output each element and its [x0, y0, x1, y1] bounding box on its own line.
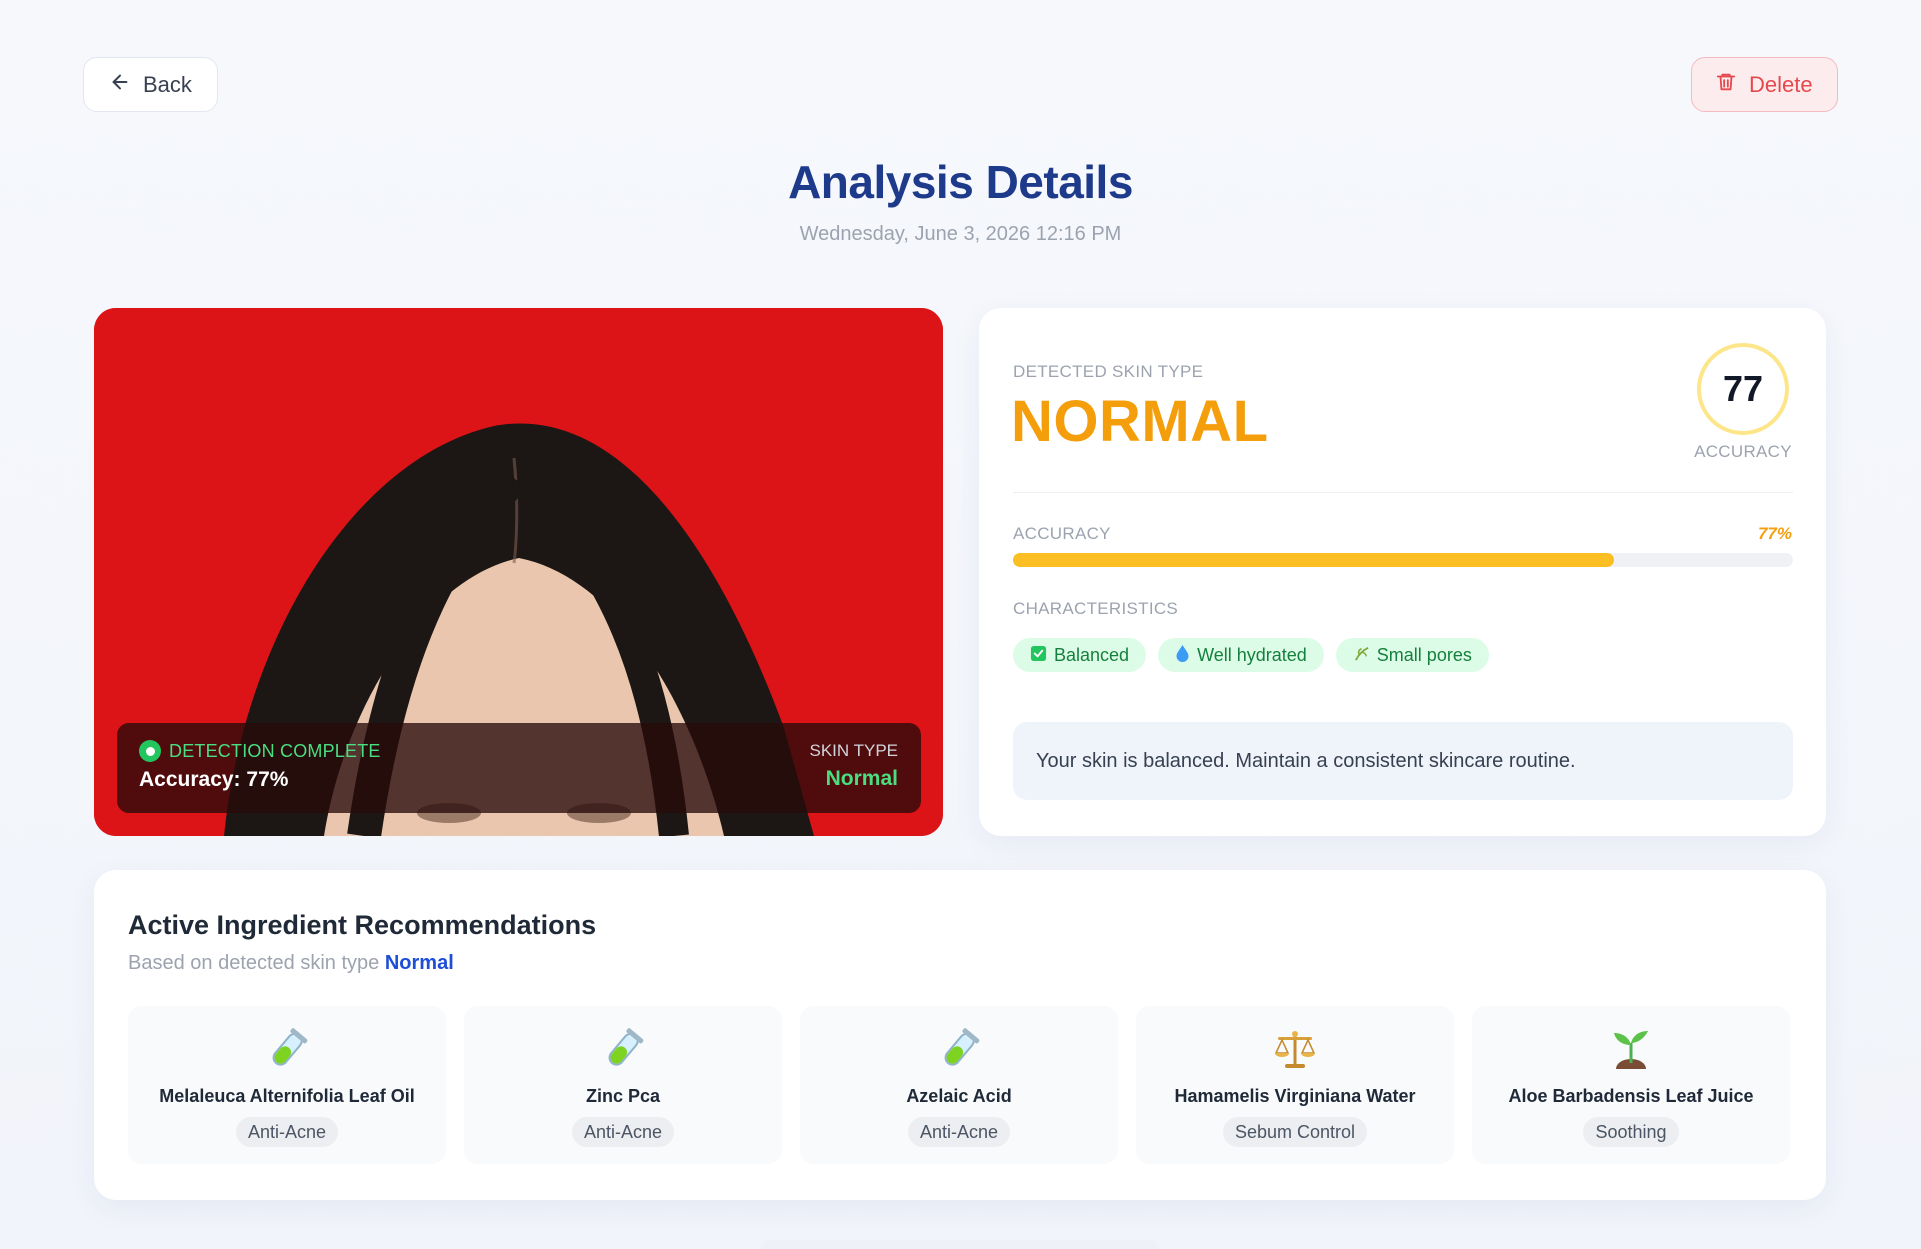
ingredient-name: Melaleuca Alternifolia Leaf Oil — [159, 1086, 415, 1106]
test-tube-icon — [263, 1026, 311, 1074]
leaf-icon — [1353, 645, 1370, 666]
detection-overlay: DETECTION COMPLETE Accuracy: 77% SKIN TY… — [117, 723, 921, 813]
skin-type-overlay-value: Normal — [825, 767, 898, 790]
ingredient-card[interactable]: Aloe Barbadensis Leaf Juice Soothing — [1472, 1006, 1790, 1164]
test-tube-icon — [935, 1026, 983, 1074]
ingredients-subtitle-prefix: Based on detected skin type — [128, 952, 385, 974]
divider — [1013, 492, 1793, 493]
ingredient-category-badge: Anti-Acne — [571, 1117, 675, 1147]
detected-skin-type-label: DETECTED SKIN TYPE — [1013, 362, 1204, 381]
detection-status-label: DETECTION COMPLETE — [169, 740, 381, 761]
detection-accuracy: Accuracy: 77% — [139, 768, 289, 791]
characteristic-label: Well hydrated — [1197, 644, 1307, 665]
ingredient-name: Zinc Pca — [585, 1086, 661, 1106]
page-header: Analysis Details Wednesday, June 3, 2026… — [0, 155, 1921, 246]
ingredient-category-badge: Sebum Control — [1222, 1117, 1368, 1147]
ingredients-title: Active Ingredient Recommendations — [128, 910, 597, 940]
ingredient-category-badge: Soothing — [1583, 1117, 1679, 1147]
ingredient-name: Aloe Barbadensis Leaf Juice — [1508, 1086, 1754, 1106]
ingredient-card[interactable]: Azelaic Acid Anti-Acne — [800, 1006, 1118, 1164]
characteristic-label: Small pores — [1376, 644, 1472, 665]
delete-button[interactable]: Delete — [1691, 57, 1838, 112]
detected-skin-type-value: NORMAL — [1011, 389, 1269, 454]
ingredient-card[interactable]: Melaleuca Alternifolia Leaf Oil Anti-Acn… — [128, 1006, 446, 1164]
test-tube-icon — [599, 1026, 647, 1074]
accuracy-score-ring: 77 — [1697, 343, 1789, 435]
accuracy-bar-label: ACCURACY — [1013, 524, 1111, 543]
back-label: Back — [143, 71, 192, 97]
balance-scale-icon — [1271, 1026, 1319, 1074]
skin-result-card: DETECTED SKIN TYPE NORMAL 77 ACCURACY AC… — [979, 308, 1826, 836]
characteristic-tag: Well hydrated — [1158, 638, 1324, 672]
delete-label: Delete — [1749, 71, 1813, 97]
ingredients-grid: Melaleuca Alternifolia Leaf Oil Anti-Acn… — [128, 1006, 1790, 1164]
back-button[interactable]: Back — [83, 57, 218, 112]
accuracy-score: 77 — [1722, 368, 1764, 409]
ingredient-category-badge: Anti-Acne — [907, 1117, 1011, 1147]
ingredient-card[interactable]: Hamamelis Virginiana Water Sebum Control — [1136, 1006, 1454, 1164]
droplet-icon — [1175, 644, 1190, 666]
trash-icon — [1715, 71, 1737, 99]
detection-status: DETECTION COMPLETE — [139, 740, 899, 762]
arrow-left-icon — [109, 71, 131, 99]
characteristic-tag: Balanced — [1013, 638, 1147, 672]
accuracy-progress-fill — [1013, 553, 1614, 567]
characteristics-tags: Balanced Well hydrated Small pores — [1013, 638, 1489, 672]
skin-type-overlay: SKIN TYPE Normal — [810, 741, 899, 791]
ingredient-name: Azelaic Acid — [906, 1086, 1012, 1106]
bottom-action-bar — [760, 1240, 1160, 1249]
analysis-date: Wednesday, June 3, 2026 12:16 PM — [799, 223, 1122, 245]
page-title: Analysis Details — [788, 156, 1133, 208]
ingredients-subtitle-skin-type: Normal — [384, 952, 454, 974]
ingredient-category-badge: Anti-Acne — [235, 1117, 339, 1147]
ingredients-subtitle: Based on detected skin type Normal — [128, 952, 454, 975]
analysis-photo: DETECTION COMPLETE Accuracy: 77% SKIN TY… — [94, 308, 943, 836]
seedling-icon — [1607, 1026, 1655, 1074]
status-dot-icon — [139, 740, 161, 762]
skin-advice: Your skin is balanced. Maintain a consis… — [1013, 722, 1793, 800]
ingredient-recommendations: Active Ingredient Recommendations Based … — [94, 870, 1826, 1200]
check-icon — [1030, 645, 1047, 666]
ingredient-card[interactable]: Zinc Pca Anti-Acne — [464, 1006, 782, 1164]
accuracy-bar-value: 77% — [1757, 524, 1792, 543]
ingredient-name: Hamamelis Virginiana Water — [1174, 1086, 1416, 1106]
accuracy-score-label: ACCURACY — [1694, 442, 1792, 461]
characteristic-label: Balanced — [1054, 644, 1130, 665]
skin-type-overlay-label: SKIN TYPE — [809, 741, 899, 760]
accuracy-progress-bar — [1013, 553, 1793, 567]
characteristics-label: CHARACTERISTICS — [1013, 599, 1179, 618]
characteristic-tag: Small pores — [1335, 638, 1489, 672]
